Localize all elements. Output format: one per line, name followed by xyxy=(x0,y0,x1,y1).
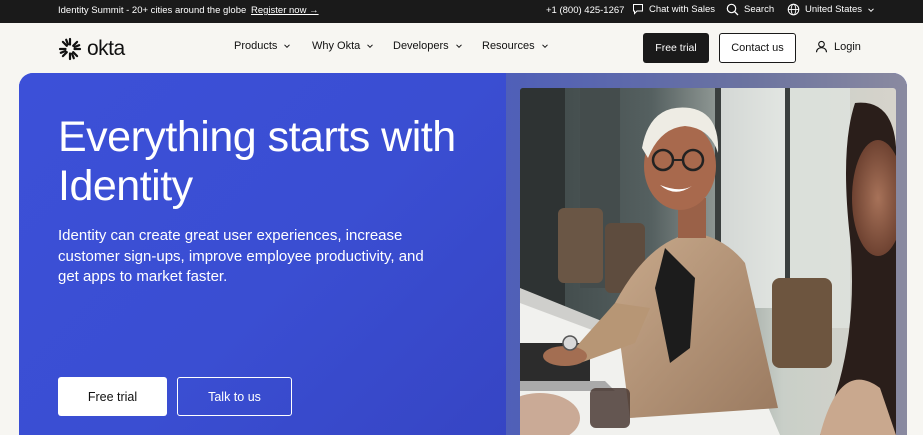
login-link[interactable]: Login xyxy=(815,40,861,53)
chevron-down-icon xyxy=(868,7,874,12)
globe-icon xyxy=(787,3,800,16)
user-icon xyxy=(815,40,828,53)
register-link[interactable]: Register now → xyxy=(251,5,319,16)
region-label: United States xyxy=(805,4,863,15)
chat-with-sales-link[interactable]: Chat with Sales xyxy=(632,3,715,15)
logo-wordmark: okta xyxy=(87,37,125,60)
announcement-bar: Identity Summit - 20+ cities around the … xyxy=(0,0,923,23)
search-label: Search xyxy=(744,4,775,15)
hero-title: Everything starts with Identity xyxy=(58,113,456,210)
nav-resources-label: Resources xyxy=(482,40,535,52)
chevron-down-icon xyxy=(455,44,462,49)
hero-photo xyxy=(520,88,896,435)
nav-products-label: Products xyxy=(234,40,278,52)
free-trial-button[interactable]: Free trial xyxy=(643,33,709,63)
hero-section: Everything starts with Identity Identity… xyxy=(19,73,907,435)
chat-label: Chat with Sales xyxy=(649,3,716,15)
office-meeting-photo xyxy=(520,88,896,435)
nav-developers-label: Developers xyxy=(393,40,449,52)
login-label: Login xyxy=(834,40,861,53)
okta-logo-icon xyxy=(58,37,82,61)
chevron-down-icon xyxy=(284,44,291,49)
phone-link[interactable]: +1 (800) 425-1267 xyxy=(546,5,624,16)
chevron-down-icon xyxy=(541,44,548,49)
main-header: okta Products Why Okta Developers Resour… xyxy=(0,23,923,73)
hero-subtitle: Identity can create great user experienc… xyxy=(58,227,424,285)
nav-why-okta-label: Why Okta xyxy=(312,40,361,52)
search-button[interactable]: Search xyxy=(726,3,774,16)
okta-logo[interactable]: okta xyxy=(58,37,125,61)
nav-resources[interactable]: Resources xyxy=(482,40,549,52)
search-icon xyxy=(726,3,739,16)
hero-free-trial-button[interactable]: Free trial xyxy=(58,377,167,416)
nav-products[interactable]: Products xyxy=(234,40,291,52)
nav-why-okta[interactable]: Why Okta xyxy=(312,40,374,52)
chevron-down-icon xyxy=(367,44,374,49)
contact-us-button[interactable]: Contact us xyxy=(719,33,796,63)
announcement-text: Identity Summit - 20+ cities around the … xyxy=(58,5,247,16)
region-selector[interactable]: United States xyxy=(787,3,875,16)
hero-talk-to-us-button[interactable]: Talk to us xyxy=(177,377,292,416)
nav-developers[interactable]: Developers xyxy=(393,40,463,52)
chat-icon xyxy=(633,4,643,15)
